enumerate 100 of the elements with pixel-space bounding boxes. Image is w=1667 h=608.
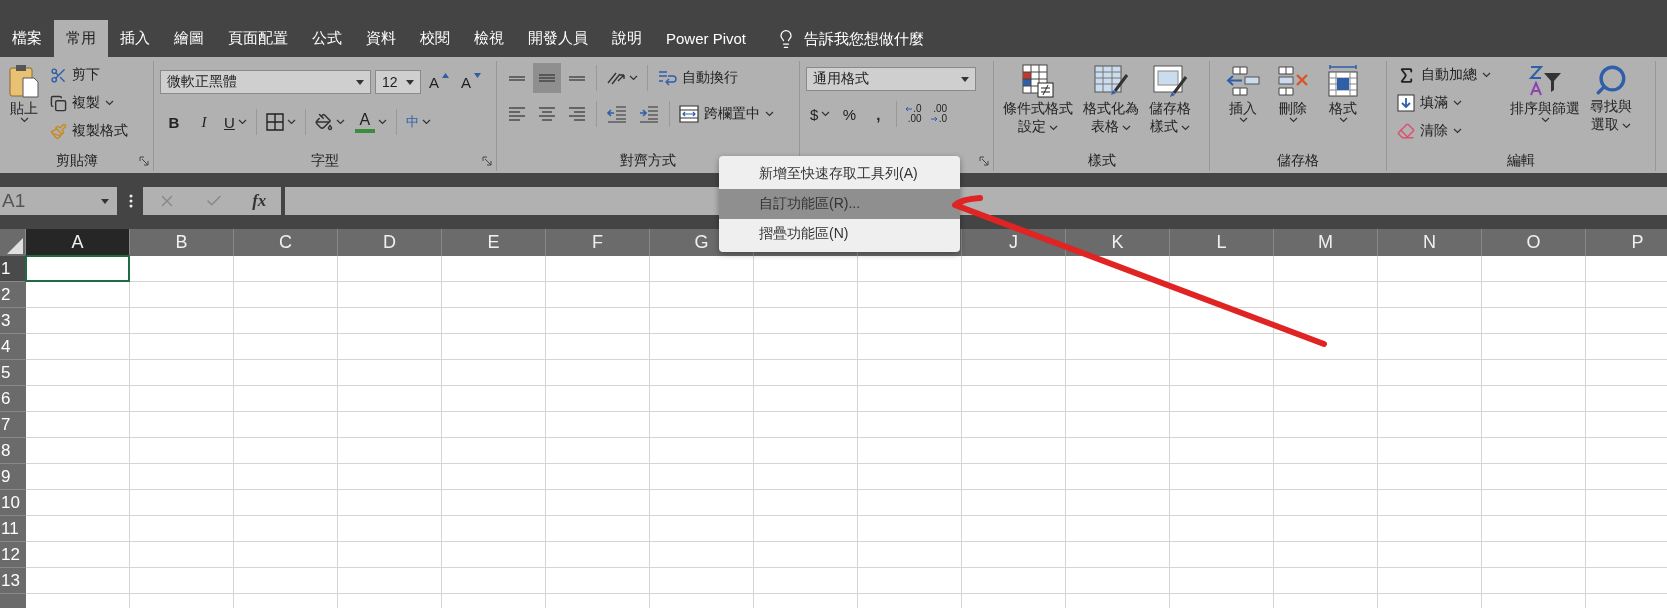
comma-button[interactable]: , [864,99,893,129]
styles-button[interactable]: 儲存格 樣式 [1146,61,1194,138]
caret-icon [1540,117,1550,124]
caret-icon [1122,125,1132,132]
shrink-font-button[interactable]: A [457,67,486,97]
caret-icon [1622,123,1632,130]
triangle-down-icon [474,73,482,78]
menu-item[interactable]: 新增至快速存取工具列(A) [719,159,960,189]
ribbon-tab[interactable]: 頁面配置 [216,20,300,57]
copy-icon [50,94,67,112]
dialog-launcher-icon[interactable] [979,156,989,166]
sort-filter-button[interactable]: 排序與篩選 [1507,61,1583,126]
number-format-dropdown[interactable]: 通用格式 [806,67,976,91]
dialog-launcher-icon[interactable] [482,156,492,166]
font-size-dropdown[interactable]: 12 [375,70,421,94]
copy-button[interactable]: 複製 [46,89,132,117]
ribbon-tab[interactable]: 資料 [354,20,408,57]
wrap-text-icon [657,68,677,88]
dropdown-arrow-icon [406,79,414,85]
cell-styles-icon [1152,63,1188,99]
ribbon-tab[interactable]: 公式 [300,20,354,57]
caret-icon [19,117,29,124]
paste-button[interactable]: 貼上 [6,61,42,126]
group-label: 剪貼簿 [55,152,98,170]
select-all-icon[interactable] [7,238,23,254]
middle-align-button[interactable] [533,63,561,93]
ribbon-tab[interactable]: 插入 [108,20,162,57]
bold-button[interactable]: B [160,107,188,137]
currency-button[interactable]: $ [806,99,835,129]
caret-icon [1453,100,1462,106]
caret-icon [421,119,431,125]
more-options-icon[interactable] [129,194,133,208]
decrease-indent-icon [606,105,628,123]
cells-button[interactable]: 插入 [1222,61,1264,126]
tell-me-field[interactable]: 告訴我您想做什麼 [804,30,1005,47]
align-right-icon [569,107,585,121]
caret-icon [1338,117,1348,124]
styles-button[interactable]: 格式化為 表格 [1080,61,1142,138]
caret-icon [765,111,774,117]
ribbon-tab[interactable]: 繪圖 [162,20,216,57]
merge-center-button[interactable]: 跨欄置中 [675,100,778,128]
autosum-button[interactable]: 自動加總 [1393,61,1495,89]
borders-icon [265,113,284,131]
ribbon-tab[interactable]: 校閱 [408,20,462,57]
fill-down-icon [1397,94,1415,112]
dropdown-arrow-icon [961,76,969,82]
ribbon-tab[interactable]: 檔案 [0,20,54,57]
increase-decimal-button[interactable]: .0 .00 [901,101,926,127]
clear-button[interactable]: 清除 [1393,117,1495,145]
cells-button[interactable]: 格式 [1322,61,1364,126]
paint-bucket-icon [314,113,333,131]
find-select-button[interactable]: 尋找與 選取 [1587,61,1635,136]
ribbon-tab[interactable]: 開發人員 [516,20,600,57]
paintbrush-icon [50,122,67,140]
caret-icon [237,119,247,125]
align-lines-icon [509,75,525,81]
eraser-icon [1397,122,1415,140]
scissors-icon [50,66,67,84]
caret-icon [821,111,831,117]
ribbon-tab[interactable]: Power Pivot [654,20,759,57]
menu-item[interactable]: 自訂功能區(R)... [719,189,960,219]
row-header[interactable]: 1 [0,256,26,282]
dialog-launcher-icon[interactable] [139,156,149,166]
align-lines-icon [569,75,585,81]
grow-font-button[interactable]: A [425,67,453,97]
right-arrow-icon [930,116,938,123]
caret-icon [1049,125,1059,132]
caret-icon [1288,117,1298,124]
ribbon-tab[interactable]: 檢視 [462,20,516,57]
caret-icon [1482,72,1491,78]
decrease-decimal-button[interactable]: .00 .0 [926,101,952,127]
group-label: 對齊方式 [620,152,676,170]
format-painter-button[interactable]: 複製格式 [46,117,132,145]
caret-icon [1453,128,1462,134]
caret-icon [1181,125,1191,132]
increase-indent-icon [638,105,660,123]
caret-icon [335,119,345,125]
cells-button[interactable]: 刪除 [1272,61,1314,126]
styles-button[interactable]: 條件式格式 設定 [1000,61,1076,138]
column-header[interactable]: A [26,229,130,256]
search-icon [1594,63,1628,97]
italic-button[interactable]: I [190,107,218,137]
clipboard-icon [9,63,39,99]
caret-icon [1238,117,1248,124]
ribbon-tab[interactable]: 常用 [54,20,108,57]
fill-button[interactable]: 填滿 [1393,89,1495,117]
wrap-text-button[interactable]: 自動換行 [653,64,742,92]
active-cell-border[interactable] [25,255,130,282]
font-color-button[interactable]: A [350,107,391,137]
percent-button[interactable]: % [835,99,864,129]
underline-button[interactable]: U [220,107,251,137]
conditional-format-icon [1020,63,1056,99]
ribbon-tab[interactable]: 說明 [600,20,654,57]
group-label: 儲存格 [1277,152,1319,170]
dropdown-arrow-icon [356,79,364,85]
format-cells-icon [1325,63,1361,99]
cut-button[interactable]: 剪下 [46,61,132,89]
align-left-icon [509,107,525,121]
font-name-dropdown[interactable]: 微軟正黑體 [160,70,371,94]
insert-function-button[interactable]: fx [252,191,267,211]
